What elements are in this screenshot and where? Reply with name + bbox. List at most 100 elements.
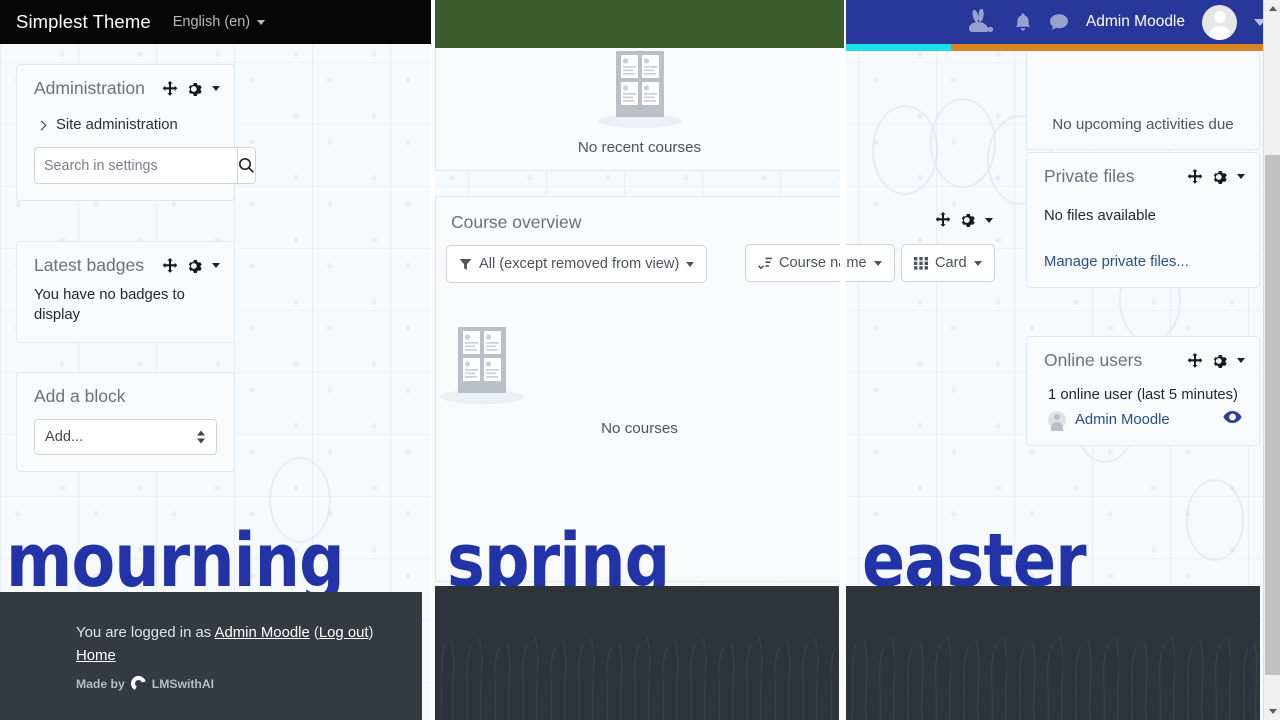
navbar-green-panel: [435, 0, 844, 48]
chevron-up-icon: [1268, 6, 1277, 11]
block-timeline: No upcoming activities due: [1026, 51, 1260, 150]
scrollbar-thumb[interactable]: [1265, 155, 1280, 675]
gear-icon[interactable]: [1212, 353, 1228, 369]
accent-orange-bar: [951, 44, 1280, 51]
sidebar-item-site-administration[interactable]: Site administration: [34, 109, 217, 147]
search-input[interactable]: [34, 147, 237, 184]
bell-icon[interactable]: [1014, 12, 1032, 32]
navbar-brand-area: Simplest Theme English (en): [0, 0, 431, 44]
latest-badges-message: You have no badges to display: [34, 287, 185, 323]
search-button[interactable]: [237, 147, 256, 184]
no-recent-courses-label: No recent courses: [577, 139, 702, 156]
block-latest-badges: Latest badges You have no badges to disp…: [16, 241, 235, 343]
move-icon[interactable]: [1187, 168, 1203, 185]
chevron-down-icon: [1268, 709, 1277, 714]
block-administration-header: Administration: [17, 65, 234, 103]
language-menu[interactable]: English (en): [172, 14, 266, 30]
made-by-brand: LMSwithAI: [151, 676, 215, 691]
chevron-down-icon[interactable]: [212, 263, 220, 268]
no-recent-courses-illustration: [597, 51, 682, 128]
private-files-empty-label: No files available: [1044, 208, 1156, 224]
course-sort-label: Course name: [779, 255, 867, 271]
no-courses-label: No courses: [601, 420, 678, 437]
avatar: [1048, 410, 1066, 429]
block-add-a-block-body: Add...: [17, 409, 234, 471]
block-online-users-body: 1 online user (last 5 minutes) Admin Moo…: [1027, 375, 1259, 445]
site-brand-title[interactable]: Simplest Theme: [16, 11, 151, 33]
site-administration-label: Site administration: [56, 117, 178, 133]
block-online-users-title: Online users: [1044, 350, 1143, 370]
navbar-user-area: Admin Moodle: [846, 0, 1280, 44]
user-menu-name[interactable]: Admin Moodle: [1086, 13, 1185, 31]
bunny-icon[interactable]: [967, 9, 997, 35]
block-administration: Administration Site administration: [16, 64, 256, 201]
chevron-down-icon: [257, 19, 266, 25]
chevron-down-icon: [873, 260, 882, 266]
eye-icon[interactable]: [1223, 410, 1242, 429]
block-recently-accessed-courses: No recent courses: [435, 48, 844, 171]
footer-user-link[interactable]: Admin Moodle: [215, 625, 310, 641]
block-online-users-header: Online users: [1027, 337, 1259, 375]
move-icon[interactable]: [935, 212, 951, 228]
block-latest-badges-header: Latest badges: [17, 242, 234, 280]
no-courses-illustration: [440, 327, 524, 404]
footer-logged-in-prefix: You are logged in as: [76, 625, 215, 641]
move-icon[interactable]: [1187, 352, 1203, 369]
language-menu-label: English (en): [172, 14, 251, 30]
gear-icon[interactable]: [187, 81, 203, 97]
move-icon[interactable]: [162, 80, 178, 97]
footer-grass-panel-middle: [435, 586, 839, 720]
block-latest-badges-body: You have no badges to display: [17, 280, 234, 342]
chevron-down-icon[interactable]: [985, 217, 993, 223]
block-private-files-header: Private files: [1027, 153, 1259, 191]
gear-icon[interactable]: [1212, 169, 1228, 185]
block-add-a-block: Add a block Add...: [16, 372, 235, 472]
footer-login-info: You are logged in as Admin Moodle (Log o…: [0, 592, 422, 720]
online-user-name[interactable]: Admin Moodle: [1075, 412, 1214, 428]
timeline-empty-label: No upcoming activities due: [1052, 116, 1234, 133]
select-stepper-icon: [197, 430, 205, 444]
add-block-select-value: Add...: [45, 429, 84, 445]
block-online-users: Online users 1 online user (last 5 minut…: [1026, 336, 1260, 446]
scrollbar-down-button[interactable]: [1264, 703, 1280, 720]
home-link[interactable]: Home: [76, 648, 116, 664]
block-latest-badges-title: Latest badges: [34, 255, 144, 275]
move-icon[interactable]: [162, 257, 178, 274]
gear-icon[interactable]: [187, 258, 203, 274]
block-administration-body: Site administration: [17, 103, 256, 200]
online-users-count: 1 online user (last 5 minutes): [1048, 387, 1238, 403]
accent-cyan-bar: [846, 44, 951, 51]
course-view-dropdown[interactable]: Card: [901, 244, 995, 282]
logout-link[interactable]: Log out: [319, 625, 369, 641]
add-block-select[interactable]: Add...: [34, 419, 217, 455]
chevron-down-icon: [973, 260, 982, 266]
course-view-label: Card: [935, 255, 967, 271]
lmswithai-logo-icon: [130, 676, 146, 692]
footer-grass-panel-right: [846, 586, 1260, 720]
top-navigation-bar: Simplest Theme English (en) Admin Moodle: [0, 0, 1280, 48]
course-overview-header-icons: [935, 212, 993, 228]
chevron-down-icon[interactable]: [212, 86, 220, 91]
footer-logged-in-line: You are logged in as Admin Moodle (Log o…: [76, 622, 422, 645]
message-icon[interactable]: [1049, 13, 1069, 31]
scrollbar-up-button[interactable]: [1264, 0, 1280, 17]
accent-strip: [846, 44, 1280, 51]
vertical-scrollbar[interactable]: [1263, 0, 1280, 720]
gear-icon[interactable]: [960, 212, 976, 228]
footer-paren-close: ): [368, 625, 374, 641]
footer-home-line: Home: [76, 645, 422, 668]
course-sort-dropdown[interactable]: Course name: [745, 244, 895, 282]
block-administration-title: Administration: [34, 78, 145, 98]
grass-texture: [851, 635, 1258, 720]
sort-icon: [758, 257, 772, 270]
online-user-row[interactable]: Admin Moodle: [1044, 410, 1242, 429]
chevron-down-icon[interactable]: [1237, 358, 1245, 363]
course-overview-right-controls: Course name Card: [435, 244, 1280, 290]
chevron-down-icon[interactable]: [1237, 174, 1245, 179]
course-overview-title: Course overview: [451, 212, 582, 232]
settings-search-group: [34, 147, 256, 184]
avatar[interactable]: [1202, 4, 1237, 40]
block-add-a-block-header: Add a block: [17, 373, 234, 409]
grass-texture: [440, 635, 836, 720]
block-add-a-block-title: Add a block: [34, 386, 126, 406]
